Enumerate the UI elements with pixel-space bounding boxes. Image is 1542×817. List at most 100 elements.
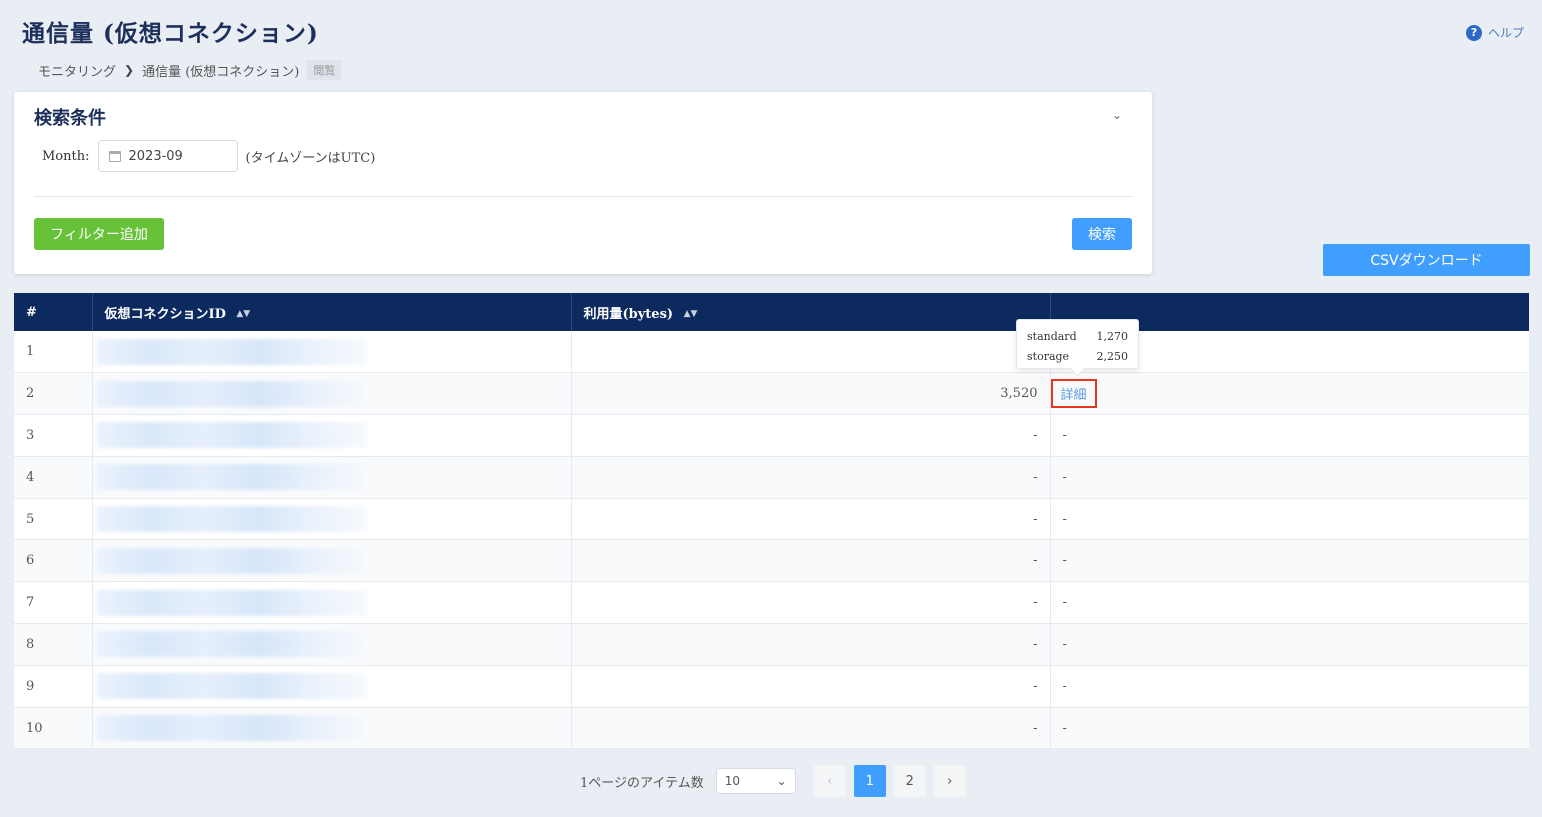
per-page-value: 10	[724, 774, 740, 788]
redacted-connection-id	[96, 631, 367, 658]
usage-cell: -	[571, 498, 1051, 541]
add-filter-button[interactable]: フィルター追加	[34, 218, 164, 250]
breadcrumb: モニタリング ❯ 通信量 (仮想コネクション) 閲覧	[38, 60, 342, 80]
action-cell: -	[1050, 498, 1529, 541]
action-cell: -	[1050, 707, 1529, 750]
redacted-connection-id	[96, 422, 367, 449]
usage-cell: -	[571, 665, 1051, 708]
breadcrumb-item-current: 通信量 (仮想コネクション)	[142, 64, 300, 80]
usage-cell: -	[571, 623, 1051, 666]
connection-id-cell	[92, 707, 572, 750]
table-row: 5 --	[14, 498, 1529, 541]
action-cell: -	[1050, 623, 1529, 666]
tooltip-row: standard 1,270	[1027, 326, 1128, 346]
pagination: 1ページのアイテム数 10 ⌄ ‹ 1 2 ›	[580, 765, 966, 797]
table-row: 10 - -	[14, 707, 1529, 750]
connection-id-cell	[92, 372, 572, 416]
csv-download-button[interactable]: CSVダウンロード	[1323, 244, 1530, 276]
redacted-connection-id	[96, 338, 367, 365]
table-row: 2 3,520 詳細	[14, 372, 1529, 416]
redacted-connection-id	[96, 506, 367, 533]
sort-icon[interactable]: ▲▼	[684, 309, 698, 318]
month-filter: Month: 2023-09 (タイムゾーンはUTC)	[42, 140, 375, 172]
row-index: 3	[14, 414, 93, 457]
redacted-connection-id	[96, 673, 367, 700]
usage-cell: -	[571, 414, 1051, 457]
table-row: 9 --	[14, 665, 1529, 708]
table-row: 3 --	[14, 414, 1529, 457]
connection-id-cell	[92, 456, 572, 499]
connection-id-cell	[92, 331, 572, 374]
calendar-icon	[108, 150, 121, 162]
usage-cell: -	[571, 581, 1051, 625]
search-panel: 検索条件 ⌄ Month: 2023-09 (タイムゾーンはUTC) フィルター…	[14, 92, 1152, 274]
row-index: 5	[14, 498, 93, 541]
action-cell: 詳細	[1050, 372, 1529, 416]
usage-table: # 仮想コネクションID ▲▼ 利用量(bytes) ▲▼ 1 2 3,520 詳細 3…	[14, 293, 1529, 750]
page-button-2[interactable]: 2	[893, 765, 926, 797]
connection-id-cell	[92, 581, 572, 625]
row-index: 9	[14, 665, 93, 708]
action-cell: -	[1050, 581, 1529, 625]
help-label: ヘルプ	[1487, 26, 1524, 40]
usage-cell	[571, 331, 1051, 374]
tooltip-label: standard	[1027, 329, 1077, 343]
row-index: 10	[14, 707, 93, 750]
table-row: 7 --	[14, 581, 1529, 625]
tooltip-value: 1,270	[1096, 329, 1129, 343]
search-button[interactable]: 検索	[1072, 218, 1132, 250]
view-badge: 閲覧	[307, 60, 342, 80]
connection-id-cell	[92, 623, 572, 666]
row-index: 6	[14, 539, 93, 583]
connection-id-cell	[92, 414, 572, 457]
chevron-down-icon: ⌄	[776, 774, 787, 788]
connection-id-cell	[92, 498, 572, 541]
redacted-connection-id	[96, 589, 367, 616]
search-title: 検索条件	[34, 108, 106, 129]
row-index: 8	[14, 623, 93, 666]
table-row: 4 --	[14, 456, 1529, 499]
tooltip-row: storage 2,250	[1027, 346, 1128, 366]
connection-id-cell	[92, 539, 572, 583]
help-link[interactable]: ? ヘルプ	[1465, 24, 1524, 41]
timezone-note: (タイムゾーンはUTC)	[245, 150, 376, 166]
month-label: Month:	[42, 148, 90, 164]
chevron-down-icon[interactable]: ⌄	[1112, 108, 1122, 122]
action-cell: -	[1050, 414, 1529, 457]
column-header-connection-id[interactable]: 仮想コネクションID ▲▼	[92, 293, 572, 331]
action-cell: -	[1050, 456, 1529, 499]
tooltip-label: storage	[1027, 349, 1070, 363]
per-page-label: 1ページのアイテム数	[580, 775, 704, 791]
usage-breakdown-tooltip: standard 1,270 storage 2,250	[1016, 319, 1139, 369]
tooltip-value: 2,250	[1096, 349, 1129, 363]
next-page-button[interactable]: ›	[933, 765, 966, 797]
table-row: 8 --	[14, 623, 1529, 666]
table-row: 1	[14, 331, 1529, 374]
redacted-connection-id	[96, 547, 367, 574]
usage-cell: -	[571, 539, 1051, 583]
chevron-right-icon: ❯	[124, 63, 135, 77]
connection-id-cell	[92, 665, 572, 708]
action-cell: -	[1050, 665, 1529, 708]
column-header-usage[interactable]: 利用量(bytes) ▲▼	[571, 293, 1051, 331]
per-page-select[interactable]: 10 ⌄	[715, 768, 796, 794]
detail-link[interactable]: 詳細	[1050, 379, 1097, 409]
table-row: 6 --	[14, 539, 1529, 583]
column-header-index: #	[14, 293, 93, 331]
redacted-connection-id	[96, 464, 367, 491]
row-index: 1	[14, 331, 93, 374]
page-button-1[interactable]: 1	[853, 765, 886, 797]
row-index: 4	[14, 456, 93, 499]
sort-icon[interactable]: ▲▼	[236, 309, 250, 318]
breadcrumb-item-monitoring[interactable]: モニタリング	[38, 61, 116, 80]
usage-cell: -	[571, 707, 1051, 750]
action-cell: -	[1050, 539, 1529, 583]
month-picker[interactable]: 2023-09	[97, 140, 238, 172]
page-title: 通信量 (仮想コネクション)	[22, 20, 319, 47]
usage-cell: -	[571, 456, 1051, 499]
divider	[34, 196, 1132, 197]
help-icon: ?	[1465, 24, 1482, 41]
prev-page-button[interactable]: ‹	[813, 765, 846, 797]
month-value: 2023-09	[128, 148, 183, 164]
row-index: 2	[14, 372, 93, 416]
